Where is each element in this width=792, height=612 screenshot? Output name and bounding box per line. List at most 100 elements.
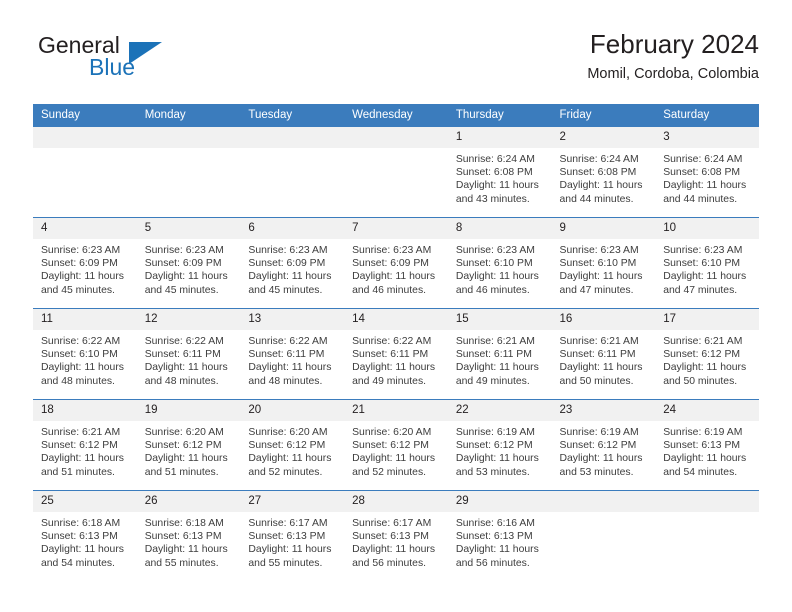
sunset-text: Sunset: 6:11 PM	[559, 349, 636, 361]
day-number: 24	[655, 400, 759, 421]
calendar-week-row: 1 Sunrise: 6:24 AM Sunset: 6:08 PM Daylight…	[33, 127, 759, 218]
sunrise-text: Sunrise: 6:20 AM	[144, 427, 224, 438]
day-sun-info: Sunrise: 6:17 AM Sunset: 6:13 PM Daylight:…	[240, 512, 344, 570]
sunrise-text: Sunrise: 6:24 AM	[663, 154, 743, 165]
calendar-day-cell[interactable]: 2 Sunrise: 6:24 AM Sunset: 6:08 PM Daylight…	[551, 127, 656, 218]
day-sun-info: Sunrise: 6:19 AM Sunset: 6:12 PM Daylight:…	[448, 421, 552, 479]
sunrise-text: Sunrise: 6:18 AM	[144, 518, 224, 529]
sunrise-text: Sunrise: 6:17 AM	[352, 518, 432, 529]
sunset-text: Sunset: 6:12 PM	[352, 440, 429, 452]
day-number: 12	[136, 309, 241, 330]
calendar-week-row: 4 Sunrise: 6:23 AM Sunset: 6:09 PM Daylight…	[33, 217, 759, 309]
daylight-text: Daylight: 11 hours and 52 minutes.	[352, 453, 436, 478]
calendar-day-cell[interactable]: 23 Sunrise: 6:19 AM Sunset: 6:12 PM Dayligh…	[551, 399, 656, 491]
daylight-text: Daylight: 11 hours and 56 minutes.	[455, 544, 539, 569]
day-sun-info: Sunrise: 6:23 AM Sunset: 6:10 PM Daylight:…	[552, 239, 656, 297]
daylight-text: Daylight: 11 hours and 50 minutes.	[663, 362, 747, 387]
daylight-text: Daylight: 11 hours and 53 minutes.	[559, 453, 643, 478]
daylight-text: Daylight: 11 hours and 50 minutes.	[559, 362, 643, 387]
calendar-day-cell[interactable]: 19 Sunrise: 6:20 AM Sunset: 6:12 PM Dayligh…	[136, 399, 241, 491]
day-number: 7	[344, 218, 448, 239]
calendar-day-cell[interactable]: 17 Sunrise: 6:21 AM Sunset: 6:12 PM Dayligh…	[655, 308, 759, 400]
brand-logo: General Blue	[33, 32, 263, 88]
sunrise-text: Sunrise: 6:23 AM	[144, 245, 224, 256]
sunset-text: Sunset: 6:09 PM	[352, 258, 429, 270]
daylight-text: Daylight: 11 hours and 55 minutes.	[144, 544, 228, 569]
calendar-day-cell[interactable]: 18 Sunrise: 6:21 AM Sunset: 6:12 PM Dayligh…	[33, 399, 137, 491]
day-sun-info: Sunrise: 6:23 AM Sunset: 6:09 PM Daylight:…	[137, 239, 241, 297]
calendar-day-cell[interactable]: 9 Sunrise: 6:23 AM Sunset: 6:10 PM Daylight…	[551, 217, 656, 309]
calendar-day-cell[interactable]: 25 Sunrise: 6:18 AM Sunset: 6:13 PM Dayligh…	[33, 490, 137, 581]
sunrise-text: Sunrise: 6:23 AM	[248, 245, 328, 256]
day-number: 6	[240, 218, 345, 239]
day-number: 15	[447, 309, 552, 330]
sunset-text: Sunset: 6:08 PM	[455, 167, 533, 179]
sunset-text: Sunset: 6:09 PM	[41, 258, 118, 270]
daylight-text: Daylight: 11 hours and 47 minutes.	[663, 271, 747, 296]
sunrise-text: Sunrise: 6:18 AM	[41, 518, 121, 529]
calendar-day-cell-empty	[33, 127, 137, 218]
sunset-text: Sunset: 6:10 PM	[663, 258, 741, 270]
day-sun-info: Sunrise: 6:21 AM Sunset: 6:11 PM Daylight:…	[552, 330, 656, 388]
calendar-day-cell[interactable]: 7 Sunrise: 6:23 AM Sunset: 6:09 PM Daylight…	[344, 217, 448, 309]
sunset-text: Sunset: 6:13 PM	[41, 531, 118, 543]
day-sun-info: Sunrise: 6:23 AM Sunset: 6:10 PM Daylight:…	[448, 239, 552, 297]
day-number	[551, 491, 656, 512]
day-sun-info: Sunrise: 6:18 AM Sunset: 6:13 PM Daylight:…	[33, 512, 137, 570]
calendar-day-cell[interactable]: 16 Sunrise: 6:21 AM Sunset: 6:11 PM Dayligh…	[551, 308, 656, 400]
calendar-day-cell[interactable]: 28 Sunrise: 6:17 AM Sunset: 6:13 PM Dayligh…	[344, 490, 448, 581]
calendar-header-row: Sunday Monday Tuesday Wednesday Thursday…	[33, 104, 759, 127]
sunset-text: Sunset: 6:08 PM	[559, 167, 637, 179]
calendar-day-cell-empty	[240, 127, 345, 218]
day-sun-info: Sunrise: 6:23 AM Sunset: 6:10 PM Daylight:…	[655, 239, 759, 297]
day-number: 26	[136, 491, 241, 512]
day-number	[240, 127, 345, 148]
day-number: 1	[447, 127, 552, 148]
sunset-text: Sunset: 6:11 PM	[455, 349, 532, 361]
calendar-day-cell[interactable]: 4 Sunrise: 6:23 AM Sunset: 6:09 PM Daylight…	[33, 217, 137, 309]
day-sun-info: Sunrise: 6:21 AM Sunset: 6:12 PM Daylight:…	[33, 421, 137, 479]
calendar-day-cell-empty	[551, 490, 656, 581]
day-number: 8	[447, 218, 552, 239]
sunset-text: Sunset: 6:13 PM	[144, 531, 222, 543]
day-sun-info: Sunrise: 6:20 AM Sunset: 6:12 PM Daylight:…	[344, 421, 448, 479]
day-sun-info: Sunrise: 6:16 AM Sunset: 6:13 PM Daylight:…	[448, 512, 552, 570]
calendar-day-cell[interactable]: 22 Sunrise: 6:19 AM Sunset: 6:12 PM Dayligh…	[447, 399, 552, 491]
day-number: 5	[136, 218, 241, 239]
weekday-header-saturday: Saturday	[655, 104, 759, 127]
calendar-day-cell[interactable]: 24 Sunrise: 6:19 AM Sunset: 6:13 PM Dayligh…	[655, 399, 759, 491]
calendar-day-cell[interactable]: 27 Sunrise: 6:17 AM Sunset: 6:13 PM Dayligh…	[240, 490, 345, 581]
calendar-grid: Sunday Monday Tuesday Wednesday Thursday…	[33, 104, 759, 581]
calendar-day-cell[interactable]: 3 Sunrise: 6:24 AM Sunset: 6:08 PM Daylight…	[655, 127, 759, 218]
calendar-day-cell[interactable]: 6 Sunrise: 6:23 AM Sunset: 6:09 PM Daylight…	[240, 217, 345, 309]
calendar-day-cell[interactable]: 21 Sunrise: 6:20 AM Sunset: 6:12 PM Dayligh…	[344, 399, 448, 491]
sunset-text: Sunset: 6:12 PM	[144, 440, 222, 452]
calendar-week-row: 25 Sunrise: 6:18 AM Sunset: 6:13 PM Dayligh…	[33, 490, 759, 581]
calendar-day-cell[interactable]: 11 Sunrise: 6:22 AM Sunset: 6:10 PM Dayligh…	[33, 308, 137, 400]
day-number: 17	[655, 309, 759, 330]
sunset-text: Sunset: 6:08 PM	[663, 167, 741, 179]
calendar-day-cell[interactable]: 14 Sunrise: 6:22 AM Sunset: 6:11 PM Dayligh…	[344, 308, 448, 400]
day-sun-info: Sunrise: 6:24 AM Sunset: 6:08 PM Daylight:…	[552, 148, 656, 206]
calendar-day-cell[interactable]: 1 Sunrise: 6:24 AM Sunset: 6:08 PM Daylight…	[447, 127, 552, 218]
calendar-day-cell[interactable]: 26 Sunrise: 6:18 AM Sunset: 6:13 PM Dayligh…	[136, 490, 241, 581]
calendar-day-cell[interactable]: 8 Sunrise: 6:23 AM Sunset: 6:10 PM Daylight…	[447, 217, 552, 309]
daylight-text: Daylight: 11 hours and 54 minutes.	[663, 453, 747, 478]
calendar-day-cell[interactable]: 13 Sunrise: 6:22 AM Sunset: 6:11 PM Dayligh…	[240, 308, 345, 400]
sunrise-text: Sunrise: 6:19 AM	[455, 427, 535, 438]
day-number: 23	[551, 400, 656, 421]
weekday-header-sunday: Sunday	[33, 104, 137, 127]
calendar-day-cell[interactable]: 5 Sunrise: 6:23 AM Sunset: 6:09 PM Daylight…	[136, 217, 241, 309]
calendar-body: 1 Sunrise: 6:24 AM Sunset: 6:08 PM Daylight…	[33, 127, 759, 581]
sunset-text: Sunset: 6:12 PM	[248, 440, 326, 452]
calendar-day-cell[interactable]: 15 Sunrise: 6:21 AM Sunset: 6:11 PM Dayligh…	[447, 308, 552, 400]
calendar-day-cell[interactable]: 20 Sunrise: 6:20 AM Sunset: 6:12 PM Dayligh…	[240, 399, 345, 491]
weekday-header-tuesday: Tuesday	[240, 104, 345, 127]
day-sun-info: Sunrise: 6:17 AM Sunset: 6:13 PM Daylight:…	[344, 512, 448, 570]
day-number: 10	[655, 218, 759, 239]
sunset-text: Sunset: 6:12 PM	[663, 349, 741, 361]
calendar-day-cell[interactable]: 12 Sunrise: 6:22 AM Sunset: 6:11 PM Dayligh…	[136, 308, 241, 400]
calendar-day-cell[interactable]: 29 Sunrise: 6:16 AM Sunset: 6:13 PM Dayligh…	[447, 490, 552, 581]
sunrise-text: Sunrise: 6:21 AM	[455, 336, 535, 347]
calendar-day-cell[interactable]: 10 Sunrise: 6:23 AM Sunset: 6:10 PM Dayligh…	[655, 217, 759, 309]
